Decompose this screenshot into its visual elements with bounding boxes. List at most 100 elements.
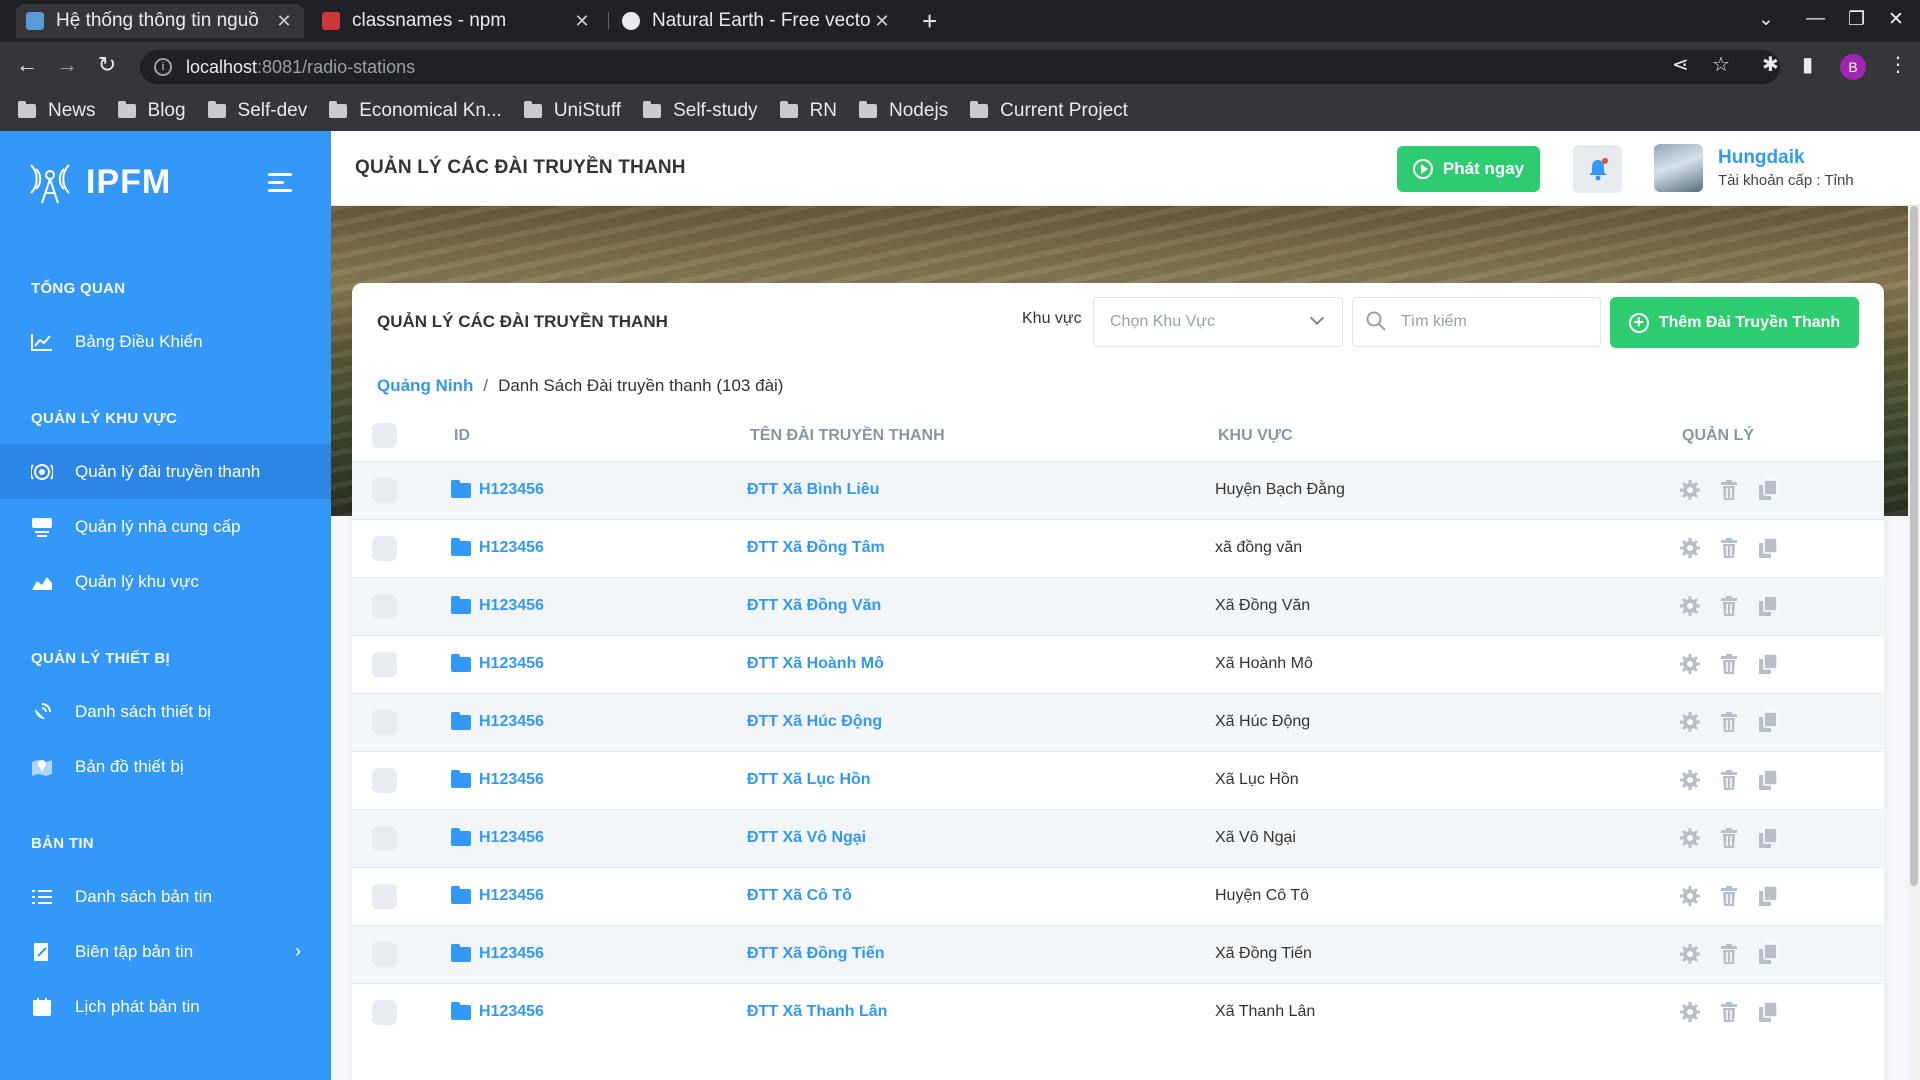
station-id-link[interactable]: H123456 [451, 827, 544, 847]
gear-icon[interactable] [1679, 479, 1701, 501]
copy-icon[interactable] [1757, 479, 1779, 501]
copy-icon[interactable] [1757, 537, 1779, 559]
site-info-icon[interactable]: i [154, 58, 172, 76]
row-checkbox[interactable] [372, 536, 397, 561]
station-id-link[interactable]: H123456 [451, 537, 544, 557]
column-header-area[interactable]: KHU VỰC [1218, 427, 1293, 445]
address-bar[interactable]: i localhost:8081/radio-stations [140, 50, 1780, 84]
station-id-link[interactable]: H123456 [451, 653, 544, 673]
new-tab-icon[interactable]: + [922, 6, 937, 37]
add-station-button[interactable]: + Thêm Đài Truyền Thanh [1610, 297, 1859, 348]
trash-icon[interactable] [1718, 711, 1740, 733]
table-row[interactable]: H123456 ĐTT Xã Hoành Mô Xã Hoành Mô [352, 635, 1884, 693]
close-window-icon[interactable]: ✕ [1888, 8, 1904, 31]
sidebar-item-devices[interactable]: Danh sách thiết bị [0, 684, 331, 739]
station-name-link[interactable]: ĐTT Xã Đồng Tiến [747, 945, 884, 963]
trash-icon[interactable] [1718, 769, 1740, 791]
sidebar-item-areas[interactable]: Quản lý khu vực [0, 554, 331, 609]
row-checkbox[interactable] [372, 826, 397, 851]
trash-icon[interactable] [1718, 537, 1740, 559]
row-checkbox[interactable] [372, 768, 397, 793]
gear-icon[interactable] [1679, 711, 1701, 733]
bookmark-folder[interactable]: News [18, 100, 96, 122]
station-id-link[interactable]: H123456 [451, 595, 544, 615]
bookmark-folder[interactable]: Nodejs [859, 100, 948, 122]
station-id-link[interactable]: H123456 [451, 711, 544, 731]
copy-icon[interactable] [1757, 943, 1779, 965]
column-header-id[interactable]: ID [454, 427, 470, 445]
row-checkbox[interactable] [372, 1000, 397, 1025]
trash-icon[interactable] [1718, 479, 1740, 501]
gear-icon[interactable] [1679, 595, 1701, 617]
sidebar-item-news-edit[interactable]: Biên tập bản tin › [0, 924, 331, 979]
station-name-link[interactable]: ĐTT Xã Thanh Lân [747, 1003, 887, 1021]
browser-tab-active[interactable]: Hệ thống thông tin nguồ ✕ [16, 4, 304, 38]
browser-tab[interactable]: classnames - npm ✕ [312, 4, 602, 38]
close-tab-icon[interactable]: ✕ [872, 11, 892, 32]
menu-kebab-icon[interactable]: ⋮ [1888, 52, 1908, 77]
row-checkbox[interactable] [372, 652, 397, 677]
select-all-checkbox[interactable] [372, 423, 397, 448]
close-tab-icon[interactable]: ✕ [274, 11, 294, 32]
station-name-link[interactable]: ĐTT Xã Húc Động [747, 713, 882, 731]
sidebar-item-news-schedule[interactable]: Lịch phát bản tin [0, 979, 331, 1034]
gear-icon[interactable] [1679, 769, 1701, 791]
sidebar-item-news-list[interactable]: Danh sách bản tin [0, 869, 331, 924]
breadcrumb-link[interactable]: Quảng Ninh [377, 376, 473, 396]
station-name-link[interactable]: ĐTT Xã Lục Hồn [747, 771, 871, 789]
share-icon[interactable]: ⋖ [1672, 52, 1689, 77]
column-header-name[interactable]: TÊN ĐÀI TRUYỀN THANH [750, 427, 945, 445]
station-name-link[interactable]: ĐTT Xã Hoành Mô [747, 655, 884, 673]
scrollbar-thumb[interactable] [1910, 206, 1918, 886]
bookmark-folder[interactable]: UniStuff [523, 100, 621, 122]
browser-tab[interactable]: Natural Earth - Free vecto ✕ [612, 4, 902, 38]
profile-avatar[interactable]: B [1840, 54, 1866, 80]
station-id-link[interactable]: H123456 [451, 943, 544, 963]
bookmark-folder[interactable]: Economical Kn... [329, 100, 502, 122]
bookmark-folder[interactable]: RN [779, 100, 837, 122]
brand[interactable]: IPFM [28, 159, 171, 205]
play-now-button[interactable]: Phát ngay [1397, 146, 1540, 192]
restore-icon[interactable]: ❐ [1848, 8, 1865, 31]
bookmark-folder[interactable]: Self-study [643, 100, 758, 122]
trash-icon[interactable] [1718, 653, 1740, 675]
row-checkbox[interactable] [372, 710, 397, 735]
page-scrollbar[interactable] [1908, 206, 1920, 1080]
station-name-link[interactable]: ĐTT Xã Cô Tô [747, 887, 852, 905]
station-name-link[interactable]: ĐTT Xã Đồng Tâm [747, 539, 885, 557]
table-row[interactable]: H123456 ĐTT Xã Lục Hồn Xã Lục Hồn [352, 751, 1884, 809]
row-checkbox[interactable] [372, 942, 397, 967]
copy-icon[interactable] [1757, 711, 1779, 733]
gear-icon[interactable] [1679, 885, 1701, 907]
sidebar-item-providers[interactable]: Quản lý nhà cung cấp [0, 499, 331, 554]
avatar[interactable] [1654, 144, 1703, 192]
copy-icon[interactable] [1757, 595, 1779, 617]
station-id-link[interactable]: H123456 [451, 769, 544, 789]
reload-icon[interactable]: ↻ [92, 52, 122, 78]
gear-icon[interactable] [1679, 537, 1701, 559]
station-id-link[interactable]: H123456 [451, 479, 544, 499]
forward-icon[interactable]: → [52, 52, 82, 78]
sidebar-item-dashboard[interactable]: Bảng Điều Khiển [0, 314, 331, 369]
row-checkbox[interactable] [372, 884, 397, 909]
table-row[interactable]: H123456 ĐTT Xã Thanh Lân Xã Thanh Lân [352, 983, 1884, 1041]
notification-button[interactable] [1573, 145, 1622, 193]
station-name-link[interactable]: ĐTT Xã Bình Liêu [747, 481, 879, 499]
copy-icon[interactable] [1757, 653, 1779, 675]
table-row[interactable]: H123456 ĐTT Xã Vô Ngại Xã Vô Ngại [352, 809, 1884, 867]
station-id-link[interactable]: H123456 [451, 885, 544, 905]
bookmark-folder[interactable]: Blog [117, 100, 186, 122]
gear-icon[interactable] [1679, 827, 1701, 849]
table-row[interactable]: H123456 ĐTT Xã Đồng Tâm xã đồng văn [352, 519, 1884, 577]
station-name-link[interactable]: ĐTT Xã Vô Ngại [747, 829, 866, 847]
station-name-link[interactable]: ĐTT Xã Đồng Văn [747, 597, 881, 615]
back-icon[interactable]: ← [12, 52, 42, 78]
trash-icon[interactable] [1718, 943, 1740, 965]
copy-icon[interactable] [1757, 1001, 1779, 1023]
gear-icon[interactable] [1679, 943, 1701, 965]
gear-icon[interactable] [1679, 653, 1701, 675]
gear-icon[interactable] [1679, 1001, 1701, 1023]
table-row[interactable]: H123456 ĐTT Xã Bình Liêu Huyện Bạch Đằng [352, 461, 1884, 519]
bookmark-folder[interactable]: Current Project [970, 100, 1128, 122]
user-name[interactable]: Hungdaik [1718, 147, 1805, 169]
